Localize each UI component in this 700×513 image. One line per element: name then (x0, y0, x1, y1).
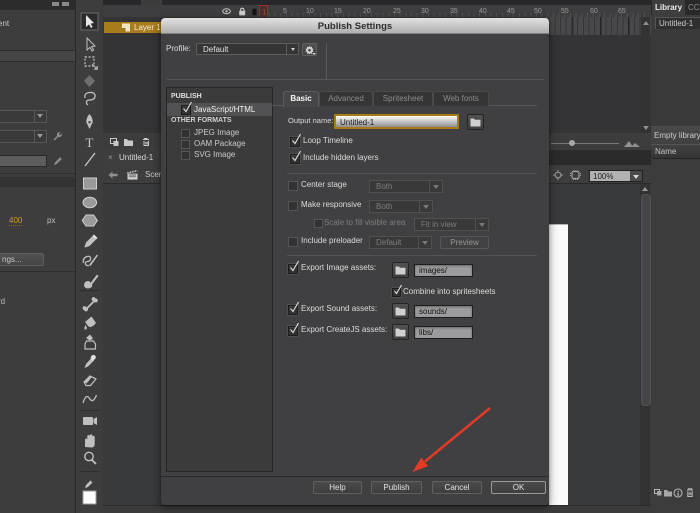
svg-text:T: T (86, 135, 94, 150)
